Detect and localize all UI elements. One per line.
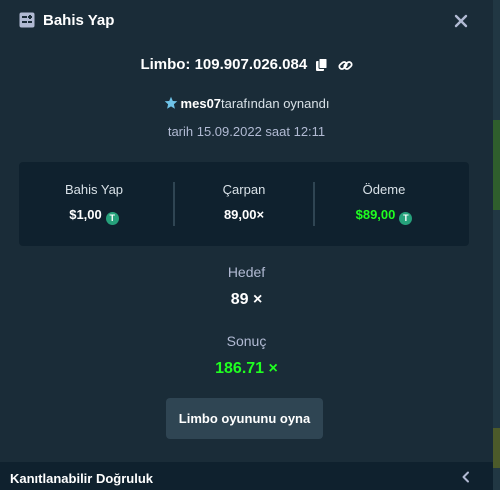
player-name[interactable]: mes07	[181, 96, 221, 111]
bet-details-modal: Bahis Yap Limbo: 109.907.026.084 mes07ta…	[0, 0, 493, 490]
vip-star-icon	[164, 96, 177, 109]
bet-date: tarih 15.09.2022 saat 12:11	[167, 124, 326, 139]
played-by-line: mes07tarafından oynandı	[0, 96, 493, 114]
tether-coin-icon: T	[105, 212, 119, 225]
played-by-suffix: tarafından oynandı	[221, 96, 330, 111]
game-id: Limbo: 109.907.026.084	[140, 56, 308, 73]
tether-coin-icon: T	[399, 212, 413, 225]
modal-header: Bahis Yap	[0, 0, 493, 42]
multiplier-value: 89,00×	[223, 207, 265, 222]
background-strip	[493, 0, 500, 490]
bet-slip-icon	[19, 12, 35, 28]
result-label: Sonuç	[226, 333, 267, 349]
stat-payout: Ödeme $89,00 T	[309, 162, 459, 246]
modal-title: Bahis Yap	[43, 12, 115, 29]
provably-fair-footer[interactable]: Kanıtlanabilir Doğruluk	[0, 462, 493, 490]
bet-amount-label: Bahis Yap	[64, 182, 124, 197]
provably-fair-label: Kanıtlanabilir Doğruluk	[10, 471, 154, 486]
copy-icon[interactable]	[315, 58, 329, 72]
bet-stats-panel: Bahis Yap $1,00 T Çarpan 89,00× Ödeme $89…	[19, 162, 469, 246]
target-label: Hedef	[227, 264, 266, 280]
stat-bet-amount: Bahis Yap $1,00 T	[19, 162, 169, 246]
target-value: 89 ×	[230, 291, 263, 308]
payout-text: $89,00	[355, 207, 396, 222]
background-fragment	[493, 120, 500, 210]
bet-amount-value: $1,00 T	[19, 207, 169, 225]
multiplier-label: Çarpan	[222, 182, 266, 197]
chevron-left-icon[interactable]	[460, 471, 472, 483]
result-value: 186.71 ×	[215, 360, 278, 377]
background-fragment	[493, 428, 500, 468]
stat-multiplier: Çarpan 89,00×	[169, 162, 319, 246]
link-icon[interactable]	[337, 58, 353, 73]
game-id-line: Limbo: 109.907.026.084	[0, 56, 493, 76]
bet-amount-text: $1,00	[69, 207, 102, 222]
payout-value: $89,00 T	[309, 207, 459, 225]
play-limbo-button[interactable]: Limbo oyununu oyna	[166, 398, 323, 439]
payout-label: Ödeme	[362, 182, 406, 197]
close-icon[interactable]	[452, 12, 470, 30]
